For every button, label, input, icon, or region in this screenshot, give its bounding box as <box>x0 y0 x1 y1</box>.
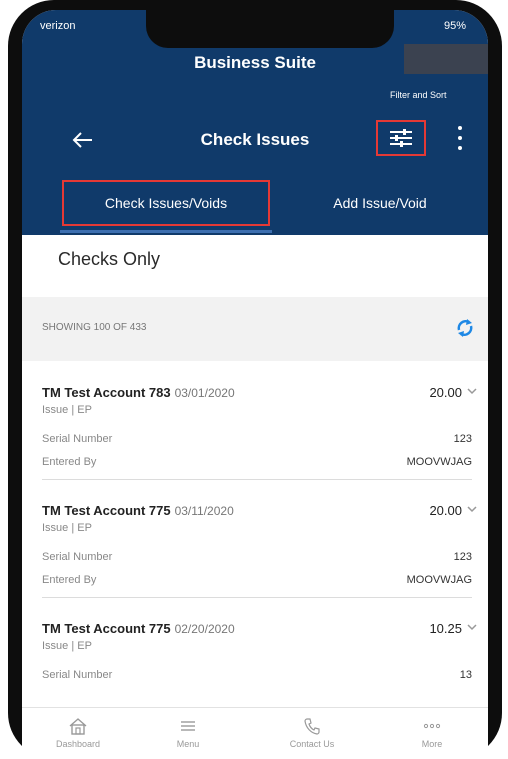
account-title: TM Test Account 775 02/20/2020 <box>42 621 235 636</box>
account-name: TM Test Account 775 <box>42 621 171 636</box>
check-amount: 20.00 <box>429 503 462 518</box>
screen: verizon 95% Business Suite Filter and So… <box>22 10 488 759</box>
nav-more-label: More <box>421 739 443 749</box>
home-icon <box>69 718 87 735</box>
more-icon <box>423 723 441 729</box>
check-date: 03/01/2020 <box>174 386 235 400</box>
serial-label: Serial Number <box>42 551 113 563</box>
entered-by-label: Entered By <box>42 574 97 586</box>
check-date: 03/11/2020 <box>174 504 234 518</box>
summary-bar: SHOWING 100 OF 433 <box>22 297 488 361</box>
tab-add-issue-void[interactable]: Add Issue/Void <box>300 180 460 226</box>
check-type: Issue | EP <box>42 640 92 652</box>
list-item[interactable]: TM Test Account 783 03/01/2020 20.00 Issu… <box>22 361 488 479</box>
active-tab-indicator <box>60 230 272 233</box>
checks-filter[interactable]: Checks Only <box>22 235 488 297</box>
notch <box>146 10 394 48</box>
chevron-down-icon[interactable] <box>466 385 478 397</box>
nav-dashboard[interactable]: Dashboard <box>38 716 118 749</box>
serial-label: Serial Number <box>42 433 113 445</box>
phone-icon <box>304 718 320 735</box>
nav-dashboard-label: Dashboard <box>55 739 101 749</box>
account-title: TM Test Account 783 03/01/2020 <box>42 385 235 400</box>
showing-count: SHOWING 100 OF 433 <box>42 322 147 333</box>
list-item[interactable]: TM Test Account 775 02/20/2020 10.25 Issu… <box>22 597 488 715</box>
account-title: TM Test Account 775 03/11/2020 <box>42 503 234 518</box>
carrier-label: verizon <box>40 20 76 32</box>
serial-value: 123 <box>453 551 472 563</box>
nav-contact-us-label: Contact Us <box>289 739 335 749</box>
check-type: Issue | EP <box>42 404 92 416</box>
filter-sort-button[interactable] <box>376 120 426 156</box>
entered-by-value: MOOVWJAG <box>406 456 472 468</box>
serial-value: 123 <box>453 433 472 445</box>
tab-bar: Check Issues/Voids Add Issue/Void <box>22 180 488 233</box>
serial-label: Serial Number <box>42 669 113 681</box>
refresh-icon[interactable] <box>454 317 476 339</box>
bottom-nav: Dashboard Menu Contact Us More <box>22 707 488 759</box>
chevron-down-icon[interactable] <box>466 503 478 515</box>
chevron-down-icon[interactable] <box>466 621 478 633</box>
check-type: Issue | EP <box>42 522 92 534</box>
check-amount: 10.25 <box>429 621 462 636</box>
battery-label: 95% <box>443 20 466 32</box>
checks-filter-label: Checks Only <box>58 249 161 269</box>
phone-frame: verizon 95% Business Suite Filter and So… <box>8 0 502 759</box>
nav-more[interactable]: More <box>392 716 472 749</box>
sliders-icon <box>390 129 412 147</box>
entered-by-value: MOOVWJAG <box>406 574 472 586</box>
entered-by-label: Entered By <box>42 456 97 468</box>
check-list: TM Test Account 783 03/01/2020 20.00 Issu… <box>22 361 488 715</box>
app-header: verizon 95% Business Suite Filter and So… <box>22 10 488 235</box>
nav-menu-label: Menu <box>176 739 200 749</box>
more-options-icon[interactable] <box>454 126 466 150</box>
tab-check-issues-voids[interactable]: Check Issues/Voids <box>62 180 270 226</box>
app-title: Business Suite <box>194 53 316 72</box>
check-date: 02/20/2020 <box>174 622 235 636</box>
serial-value: 13 <box>459 669 472 681</box>
filter-sort-label: Filter and Sort <box>390 90 447 100</box>
list-item[interactable]: TM Test Account 775 03/11/2020 20.00 Issu… <box>22 479 488 597</box>
account-name: TM Test Account 775 <box>42 503 171 518</box>
nav-contact-us[interactable]: Contact Us <box>272 716 352 749</box>
account-name: TM Test Account 783 <box>42 385 171 400</box>
check-amount: 20.00 <box>429 385 462 400</box>
menu-icon <box>181 721 195 731</box>
nav-menu[interactable]: Menu <box>148 716 228 749</box>
